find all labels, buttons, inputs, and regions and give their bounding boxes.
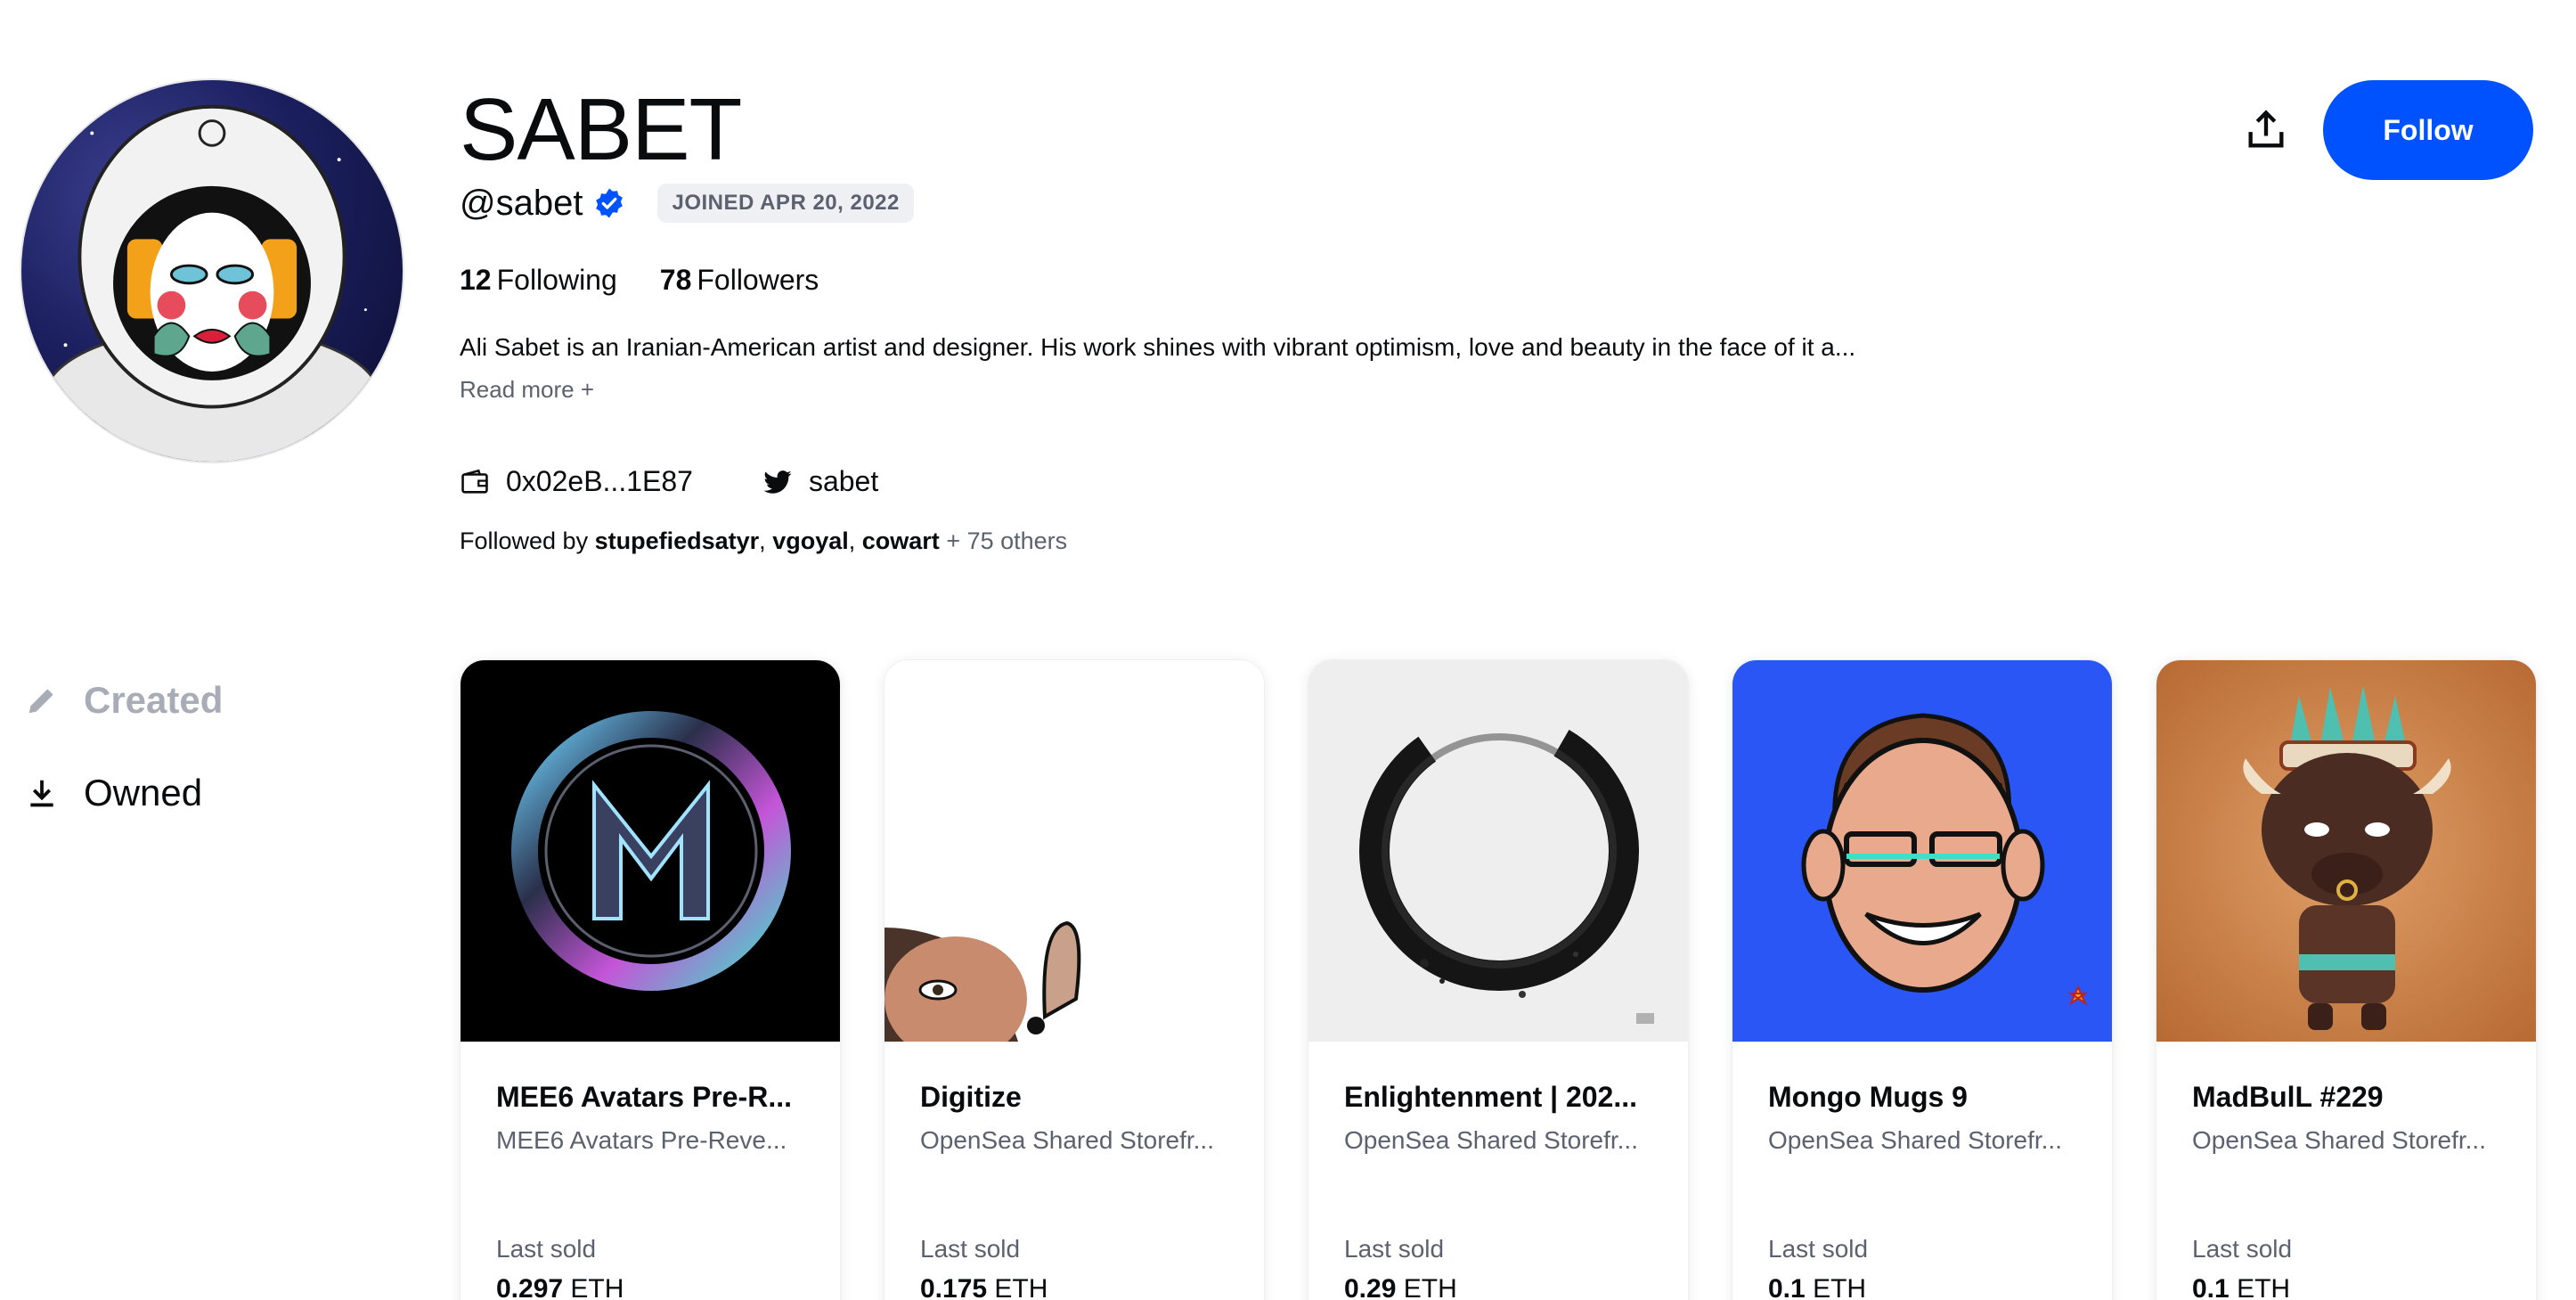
verified-badge-icon (596, 188, 624, 218)
card-price-value: 0.1 (2192, 1274, 2230, 1300)
card-price-value: 0.29 (1344, 1274, 1397, 1300)
card-title: Digitize (920, 1081, 1022, 1113)
download-icon (30, 780, 53, 807)
follower-link-1[interactable]: stupefiedsatyr (595, 527, 760, 554)
card-price-currency: ETH (994, 1274, 1048, 1300)
card-price-value: 0.1 (1768, 1274, 1806, 1300)
card-last-sold-label: Last sold (1768, 1235, 1869, 1263)
card-price: 0.1 ETH (2192, 1274, 2500, 1300)
twitter-handle[interactable]: sabet (809, 465, 878, 498)
follower-link-3[interactable]: cowart (862, 527, 940, 554)
nft-card[interactable]: Enlightenment | 202... OpenSea Shared St… (1308, 659, 1689, 1300)
profile-bio: Ali Sabet is an Iranian-American artist … (460, 333, 1856, 361)
card-price-currency: ETH (1813, 1274, 1867, 1300)
tab-created-label: Created (84, 679, 224, 721)
profile-avatar (20, 78, 404, 463)
followed-by-others-link[interactable]: + 75 others (946, 527, 1067, 554)
follower-link-2[interactable]: vgoyal (772, 527, 849, 554)
share-button[interactable] (2234, 98, 2298, 162)
tab-created[interactable]: Created (25, 679, 223, 722)
card-body: Digitize OpenSea Shared Storefr... Last … (884, 1042, 1264, 1300)
astronaut-avatar-image (43, 104, 381, 462)
joined-date-badge: JOINED APR 20, 2022 (657, 184, 914, 223)
nft-card[interactable]: Mongo Mugs 9 OpenSea Shared Storefr... L… (1732, 659, 2113, 1300)
followers-count: 78 (659, 264, 692, 296)
card-title: MadBulL #229 (2192, 1081, 2384, 1113)
nft-card-grid: MEE6 Avatars Pre-R... MEE6 Avatars Pre-R… (460, 659, 2537, 1300)
read-more-link[interactable]: Read more + (460, 376, 594, 404)
card-collection: OpenSea Shared Storefr... (1344, 1126, 1638, 1154)
share-upload-icon (2248, 110, 2284, 148)
profile-handle: @sabet (460, 184, 583, 223)
followed-by-text: Followed by stupefiedsatyr, vgoyal, cowa… (460, 527, 1067, 555)
card-body: MEE6 Avatars Pre-R... MEE6 Avatars Pre-R… (461, 1042, 840, 1300)
card-collection: OpenSea Shared Storefr... (1768, 1126, 2062, 1154)
card-price: 0.29 ETH (1344, 1274, 1652, 1300)
followers-label: Followers (697, 264, 819, 296)
card-collection: OpenSea Shared Storefr... (2192, 1126, 2486, 1154)
wallet-icon (461, 469, 488, 494)
card-last-sold-label: Last sold (920, 1235, 1021, 1263)
card-price-value: 0.297 (496, 1274, 564, 1300)
following-label: Following (496, 264, 617, 296)
card-price-currency: ETH (1403, 1274, 1457, 1300)
card-last-sold-label: Last sold (496, 1235, 597, 1263)
profile-page: SABET @sabet JOINED APR 20, 2022 12 Follo… (0, 0, 2576, 1300)
card-collection: OpenSea Shared Storefr... (920, 1126, 1214, 1154)
followers-link[interactable]: 78 Followers (660, 264, 819, 297)
card-title: MEE6 Avatars Pre-R... (496, 1081, 792, 1113)
card-last-sold-label: Last sold (2192, 1235, 2293, 1263)
separator-1: , (759, 527, 766, 554)
card-last-sold-label: Last sold (1344, 1235, 1445, 1263)
follow-stats: 12 Following 78 Followers (460, 264, 819, 297)
followed-by-prefix: Followed by (460, 527, 589, 554)
card-body: Enlightenment | 202... OpenSea Shared St… (1308, 1042, 1688, 1300)
card-price: 0.175 ETH (920, 1274, 1228, 1300)
nft-card[interactable]: Digitize OpenSea Shared Storefr... Last … (884, 659, 1265, 1300)
handle-row: @sabet JOINED APR 20, 2022 (460, 184, 914, 223)
tab-owned[interactable]: Owned (25, 772, 202, 814)
following-count: 12 (460, 264, 492, 296)
nft-image-mee6 (461, 660, 840, 1042)
separator-2: , (848, 527, 856, 554)
following-link[interactable]: 12 Following (460, 264, 617, 297)
nft-image-mongo-mugs (1732, 660, 2112, 1042)
card-body: Mongo Mugs 9 OpenSea Shared Storefr... L… (1732, 1042, 2112, 1300)
tab-owned-label: Owned (84, 772, 203, 814)
card-price-value: 0.175 (920, 1274, 988, 1300)
card-body: MadBulL #229 OpenSea Shared Storefr... L… (2156, 1042, 2536, 1300)
twitter-icon (763, 470, 792, 494)
pencil-icon (29, 689, 53, 714)
nft-image-enlightenment (1308, 660, 1688, 1042)
wallet-address[interactable]: 0x02eB...1E87 (506, 465, 693, 498)
profile-links: 0x02eB...1E87 sabet (460, 465, 878, 498)
card-title: Mongo Mugs 9 (1768, 1081, 1968, 1113)
card-price-currency: ETH (2237, 1274, 2291, 1300)
nft-image-digitize (884, 660, 1264, 1042)
card-title: Enlightenment | 202... (1344, 1081, 1638, 1113)
card-price-currency: ETH (570, 1274, 624, 1300)
nft-card[interactable]: MEE6 Avatars Pre-R... MEE6 Avatars Pre-R… (460, 659, 841, 1300)
nft-card[interactable]: MadBulL #229 OpenSea Shared Storefr... L… (2156, 659, 2537, 1300)
card-collection: MEE6 Avatars Pre-Reve... (496, 1126, 787, 1154)
follow-button[interactable]: Follow (2323, 80, 2533, 180)
card-price: 0.297 ETH (496, 1274, 804, 1300)
profile-name: SABET (460, 80, 742, 178)
nft-image-madbull (2156, 660, 2536, 1042)
card-price: 0.1 ETH (1768, 1274, 2076, 1300)
